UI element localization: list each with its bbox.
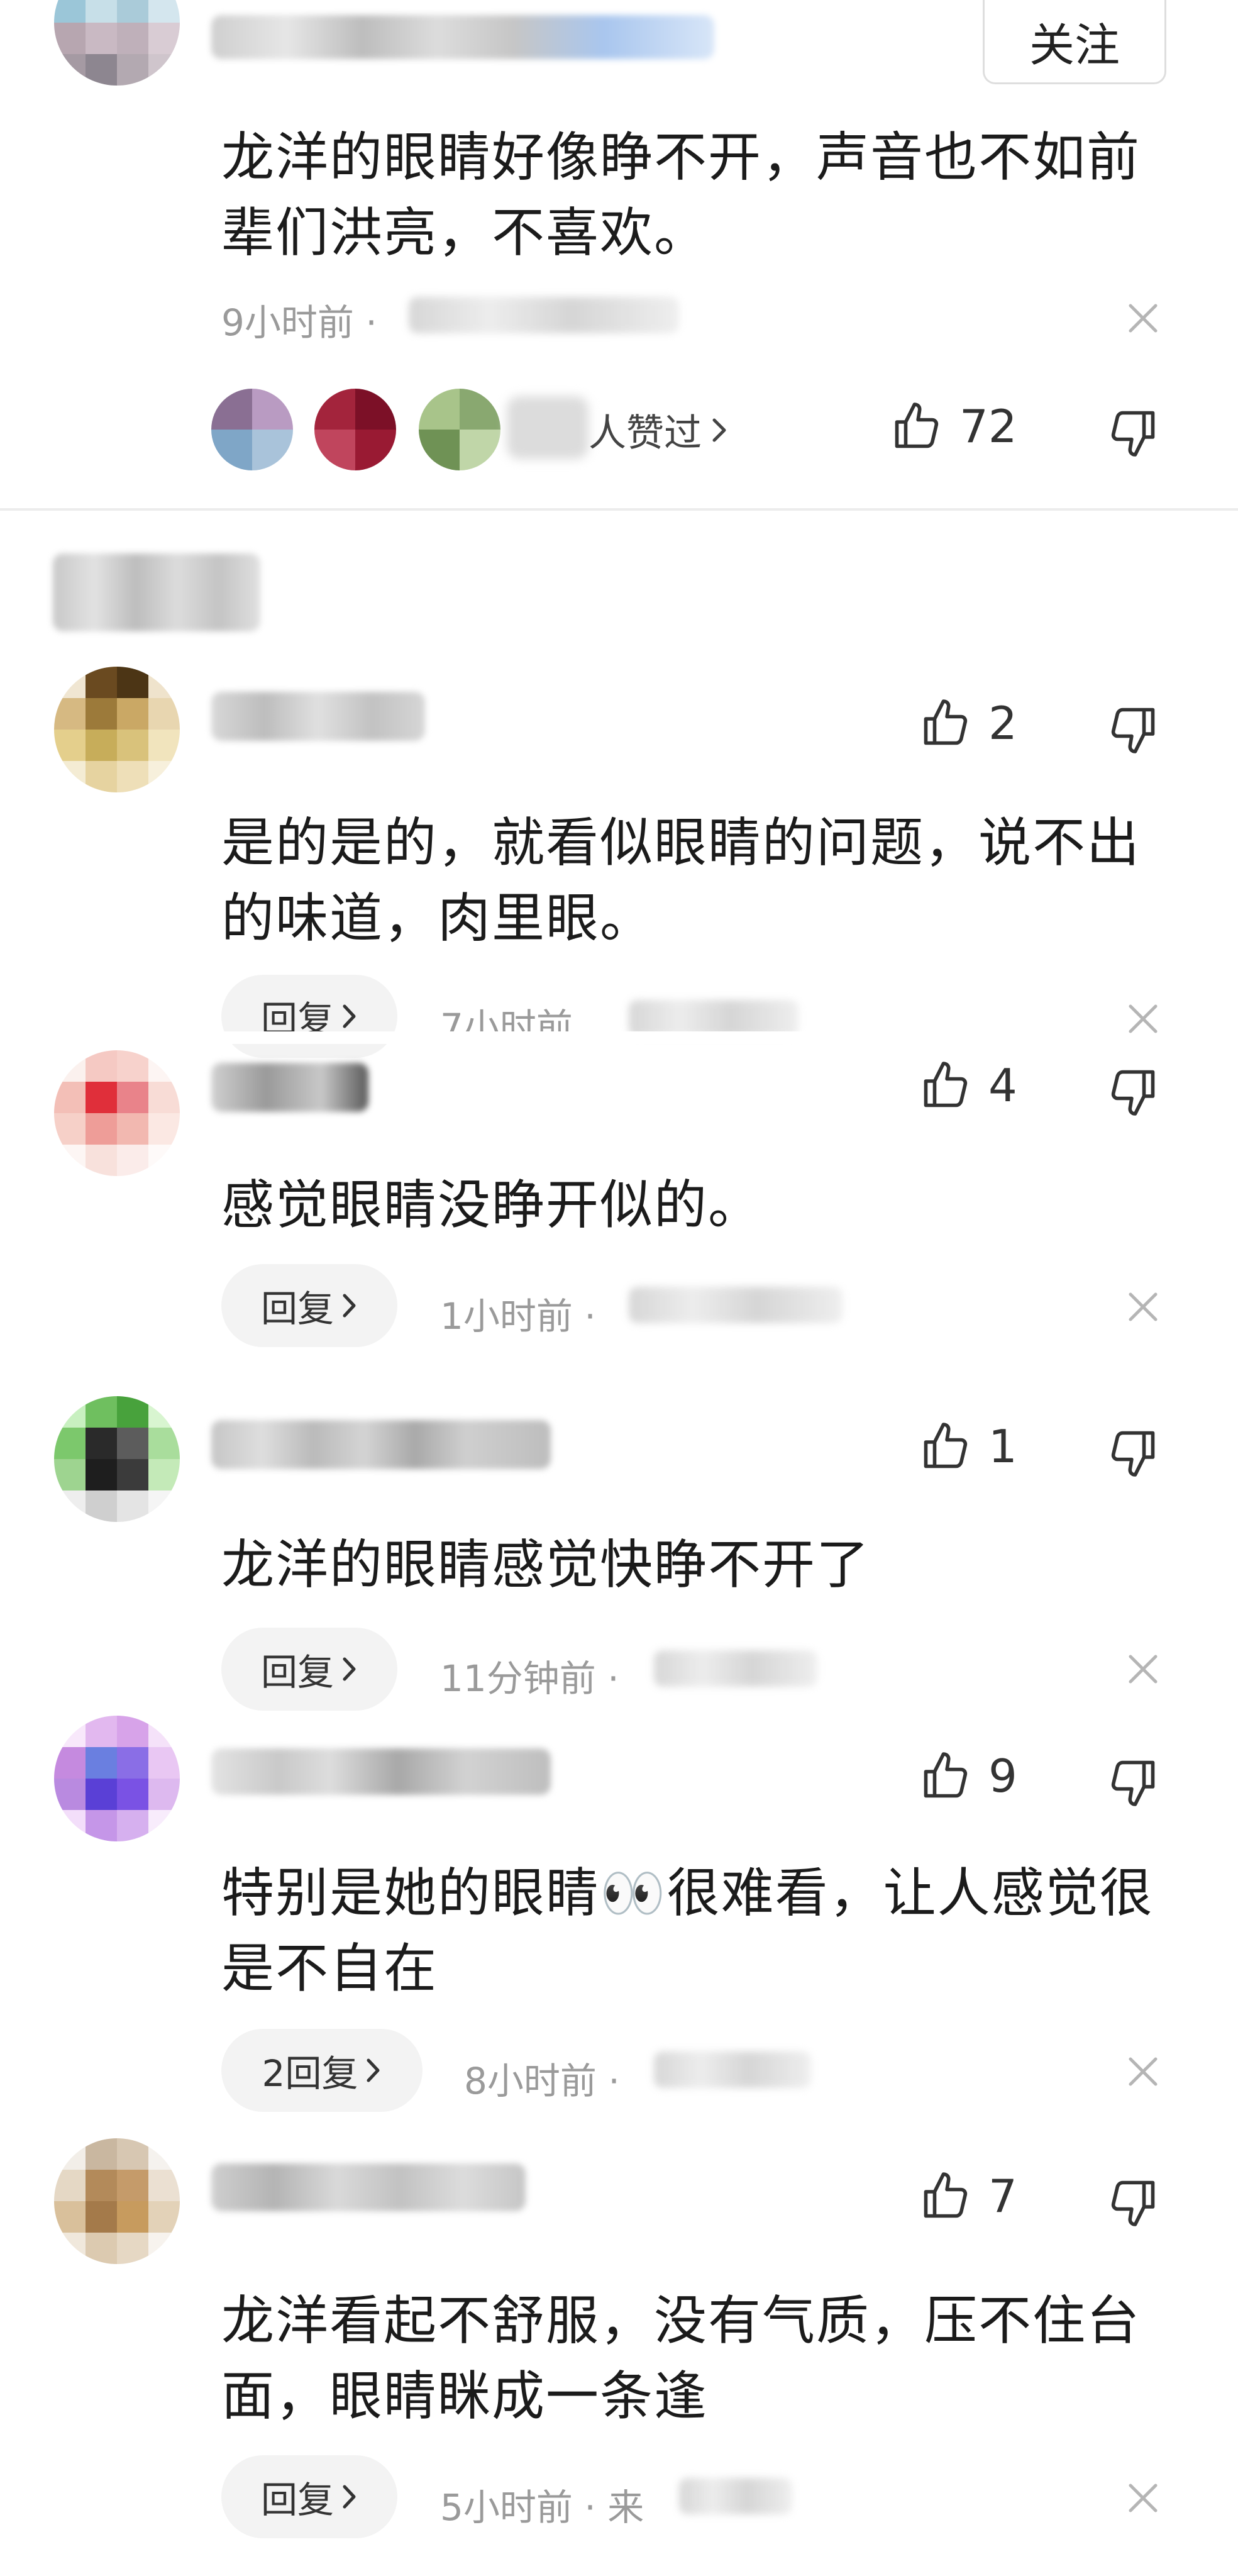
- comment-line: 面，眼睛眯成一条逢: [221, 2365, 709, 2427]
- thumb-down-icon[interactable]: [1107, 1426, 1159, 1479]
- liked-by-blur: [507, 396, 589, 459]
- username[interactable]: [211, 2163, 526, 2211]
- username[interactable]: [211, 692, 425, 741]
- thumb-up-icon: [924, 2172, 968, 2218]
- row-clip: [0, 1031, 1238, 1044]
- timestamp: 8小时前 ·: [464, 2060, 620, 2102]
- like-count: 7: [988, 2170, 1017, 2223]
- liked-by-label: 人赞过: [589, 411, 702, 455]
- comment-text: 龙洋的眼睛好像睁不开，声音也不如前 辈们洪亮，不喜欢。: [221, 119, 1141, 270]
- close-icon[interactable]: [1125, 1001, 1161, 1036]
- avatar[interactable]: [54, 1050, 180, 1176]
- comment-line: 感觉眼睛没睁开似的。: [221, 1174, 763, 1236]
- reply-button[interactable]: 回复: [221, 975, 397, 1058]
- username[interactable]: [211, 1063, 368, 1112]
- thumb-down-icon[interactable]: [1107, 2176, 1159, 2229]
- chevron-right-icon: [712, 418, 726, 441]
- timestamp: 11分钟前 ·: [440, 1657, 619, 1700]
- close-icon[interactable]: [1125, 301, 1161, 336]
- like-button[interactable]: 1: [919, 1420, 1017, 1473]
- chevron-right-icon: [343, 1004, 356, 1028]
- avatar: [211, 389, 293, 470]
- avatar: [419, 389, 500, 470]
- avatar: [314, 389, 396, 470]
- comment-line: 特别是她的眼睛👀很难看，让人感觉很: [221, 1862, 1154, 1924]
- reply-label: 回复: [260, 1651, 334, 1694]
- like-count: 4: [988, 1059, 1017, 1112]
- avatar[interactable]: [54, 1396, 180, 1522]
- timestamp: 5小时前 · 来: [440, 2486, 644, 2529]
- comment-text: 龙洋的眼睛感觉快睁不开了: [221, 1527, 870, 1602]
- close-icon[interactable]: [1125, 1652, 1161, 1687]
- reply-label: 2回复: [262, 2052, 358, 2095]
- like-count: 1: [988, 1420, 1017, 1473]
- avatar[interactable]: [54, 2138, 180, 2264]
- reply-button[interactable]: 回复: [221, 1264, 397, 1347]
- chevron-right-icon: [343, 1657, 356, 1681]
- location-source: [654, 1650, 817, 1687]
- timestamp: 9小时前 ·: [221, 301, 377, 344]
- like-count: 72: [959, 400, 1017, 453]
- location-source: [409, 297, 679, 333]
- chevron-right-icon: [343, 1294, 356, 1318]
- avatar[interactable]: [54, 0, 180, 86]
- section-divider: [0, 508, 1238, 511]
- location-source: [629, 1287, 843, 1323]
- chevron-right-icon: [343, 2485, 356, 2509]
- comment-text: 是的是的，就看似眼睛的问题，说不出 的味道，肉里眼。: [221, 805, 1141, 956]
- follow-button[interactable]: 关注: [983, 0, 1166, 84]
- reply-label: 回复: [260, 1287, 334, 1330]
- comment-text: 特别是她的眼睛👀很难看，让人感觉很 是不自在: [221, 1855, 1154, 2006]
- username[interactable]: [211, 1420, 551, 1469]
- timestamp: 1小时前 ·: [440, 1295, 596, 1338]
- like-count: 9: [988, 1750, 1017, 1802]
- thumb-down-icon[interactable]: [1107, 406, 1159, 459]
- like-count: 2: [988, 697, 1017, 750]
- thumb-down-icon[interactable]: [1107, 703, 1159, 756]
- section-heading: [53, 553, 260, 631]
- comment-text: 龙洋看起不舒服，没有气质，压不住台 面，眼睛眯成一条逢: [221, 2283, 1141, 2434]
- username[interactable]: [211, 1748, 551, 1795]
- follow-label: 关注: [1029, 19, 1120, 72]
- thumb-up-icon: [924, 1423, 968, 1468]
- thumb-down-icon[interactable]: [1107, 1065, 1159, 1118]
- comment-line: 龙洋看起不舒服，没有气质，压不住台: [221, 2290, 1141, 2351]
- liked-by-link[interactable]: 人赞过: [589, 402, 728, 457]
- comment-line: 是不自在: [221, 1938, 438, 1999]
- thumb-up-icon: [895, 402, 939, 448]
- like-button[interactable]: 2: [919, 697, 1017, 750]
- like-button[interactable]: 7: [919, 2170, 1017, 2223]
- comment-text: 感觉眼睛没睁开似的。: [221, 1167, 762, 1243]
- close-icon[interactable]: [1125, 2480, 1161, 2516]
- thumb-up-icon: [924, 1062, 968, 1108]
- location-source: [654, 2051, 811, 2088]
- thumb-up-icon: [924, 699, 968, 745]
- comment-line: 辈们洪亮，不喜欢。: [221, 202, 709, 264]
- username[interactable]: [211, 15, 714, 59]
- comment-line: 是的是的，就看似眼睛的问题，说不出: [221, 812, 1141, 874]
- reply-button[interactable]: 回复: [221, 1628, 397, 1711]
- avatar[interactable]: [54, 667, 180, 792]
- reply-button[interactable]: 2回复: [221, 2029, 423, 2112]
- like-button[interactable]: 72: [890, 400, 1017, 453]
- location-source: [679, 2478, 792, 2514]
- comment-line: 龙洋的眼睛好像睁不开，声音也不如前: [221, 126, 1141, 188]
- close-icon[interactable]: [1125, 2054, 1161, 2089]
- like-button[interactable]: 4: [919, 1059, 1017, 1112]
- comment-line: 龙洋的眼睛感觉快睁不开了: [221, 1534, 871, 1596]
- reply-label: 回复: [260, 2479, 334, 2521]
- thumb-down-icon[interactable]: [1107, 1756, 1159, 1809]
- chevron-right-icon: [367, 2058, 380, 2082]
- avatar[interactable]: [54, 1716, 180, 1841]
- like-button[interactable]: 9: [919, 1750, 1017, 1802]
- reply-button[interactable]: 回复: [221, 2455, 397, 2538]
- thumb-up-icon: [924, 1752, 968, 1798]
- close-icon[interactable]: [1125, 1289, 1161, 1324]
- comment-line: 的味道，肉里眼。: [221, 887, 655, 949]
